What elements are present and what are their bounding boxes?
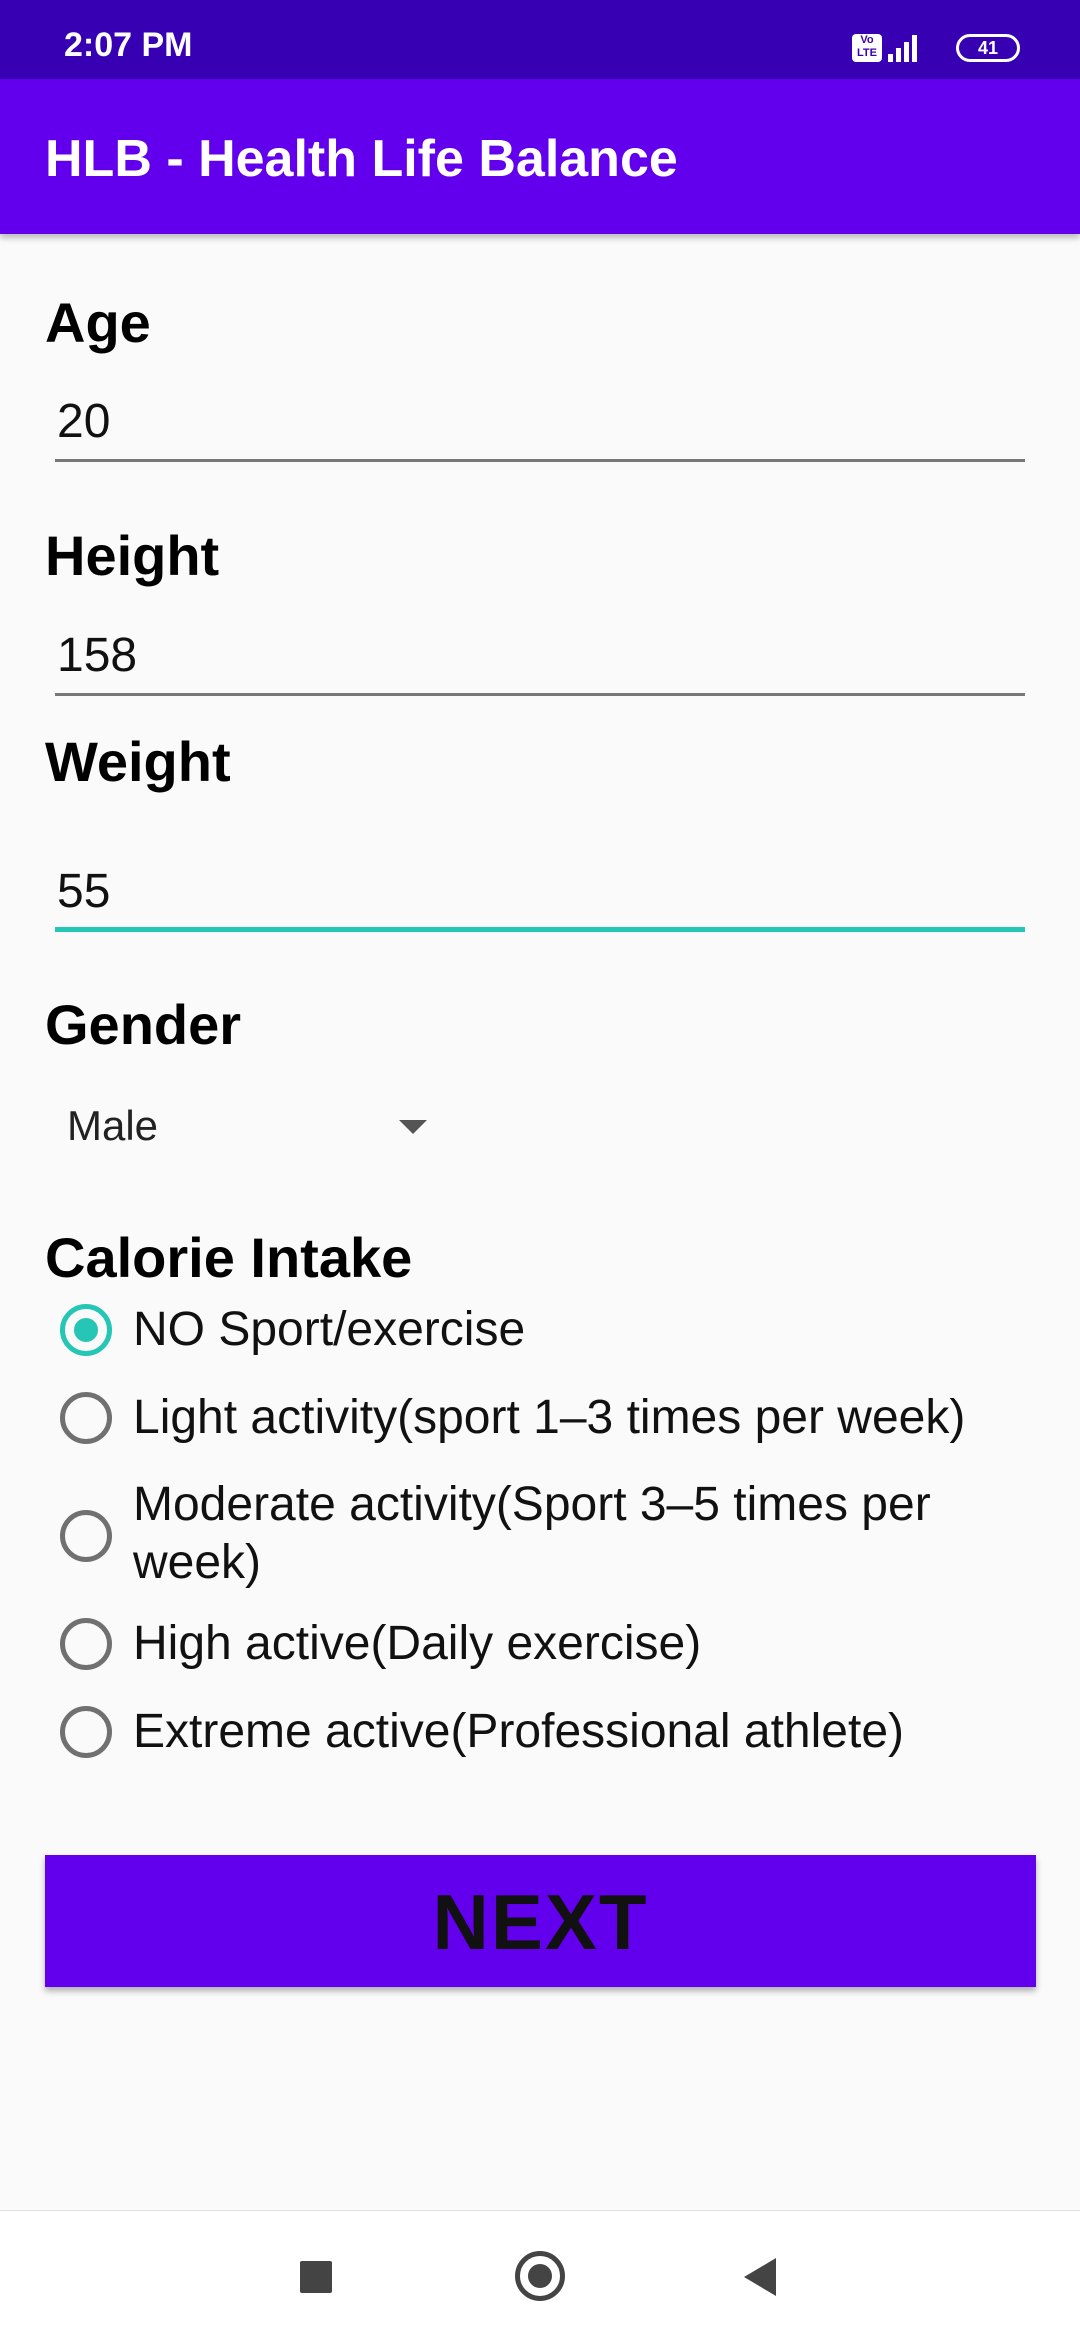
radio-checked-icon bbox=[60, 1304, 112, 1356]
status-icons: Vo LTE 41 bbox=[820, 30, 1020, 70]
status-time: 2:07 PM bbox=[64, 26, 193, 64]
signal-icon bbox=[888, 32, 922, 62]
radio-option-no-sport[interactable]: NO Sport/exercise bbox=[55, 1298, 1045, 1362]
app-title: HLB - Health Life Balance bbox=[45, 130, 678, 188]
dropdown-arrow-icon bbox=[399, 1120, 427, 1134]
home-icon[interactable] bbox=[515, 2251, 565, 2301]
radio-unchecked-icon bbox=[60, 1706, 112, 1758]
recents-icon[interactable] bbox=[300, 2261, 332, 2293]
radio-option-moderate-activity[interactable]: Moderate activity(Sport 3–5 times per we… bbox=[55, 1476, 1045, 1596]
radio-unchecked-icon bbox=[60, 1392, 112, 1444]
battery-icon: 41 bbox=[956, 34, 1020, 62]
radio-label: Moderate activity(Sport 3–5 times per we… bbox=[133, 1478, 931, 1589]
radio-option-high-active[interactable]: High active(Daily exercise) bbox=[55, 1612, 1045, 1676]
radio-label: High active(Daily exercise) bbox=[133, 1617, 702, 1670]
weight-value: 55 bbox=[57, 865, 111, 918]
radio-label: Extreme active(Professional athlete) bbox=[133, 1705, 904, 1758]
radio-label: Light activity(sport 1–3 times per week) bbox=[133, 1391, 966, 1444]
height-value: 158 bbox=[57, 629, 138, 682]
gender-spinner[interactable]: Male bbox=[55, 1092, 435, 1164]
height-input[interactable]: 158 bbox=[55, 622, 1025, 696]
radio-label: NO Sport/exercise bbox=[133, 1303, 526, 1356]
volte-icon: Vo LTE bbox=[852, 34, 882, 62]
navigation-bar bbox=[0, 2210, 1080, 2341]
radio-unchecked-icon bbox=[60, 1618, 112, 1670]
gender-selected-value: Male bbox=[67, 1102, 159, 1149]
age-input[interactable]: 20 bbox=[55, 388, 1025, 462]
radio-unchecked-icon bbox=[60, 1510, 112, 1562]
status-bar: 2:07 PM Vo LTE 41 bbox=[0, 0, 1080, 79]
next-button[interactable]: NEXT bbox=[45, 1855, 1036, 1987]
weight-input[interactable]: 55 bbox=[55, 858, 1025, 932]
height-label: Height bbox=[45, 524, 220, 587]
calorie-intake-label: Calorie Intake bbox=[45, 1226, 413, 1289]
age-value: 20 bbox=[57, 395, 111, 448]
weight-label: Weight bbox=[45, 730, 231, 793]
back-icon[interactable] bbox=[744, 2258, 776, 2296]
radio-option-light-activity[interactable]: Light activity(sport 1–3 times per week) bbox=[55, 1386, 1045, 1450]
radio-option-extreme-active[interactable]: Extreme active(Professional athlete) bbox=[55, 1700, 1045, 1764]
age-label: Age bbox=[45, 291, 151, 354]
app-bar: HLB - Health Life Balance bbox=[0, 79, 1080, 234]
gender-label: Gender bbox=[45, 993, 242, 1056]
